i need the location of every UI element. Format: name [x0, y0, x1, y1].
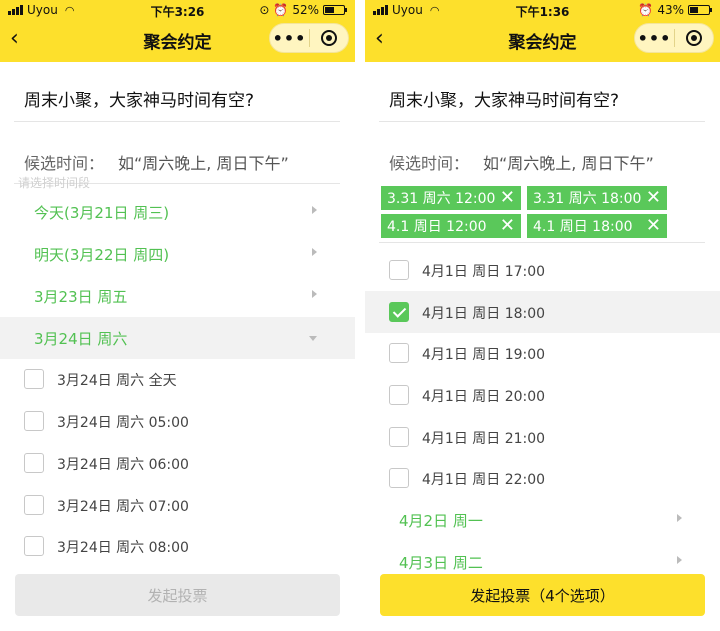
close-x-icon[interactable]: ✕ [646, 187, 661, 208]
header-bar: Uyou ◠ 下午3:26 ⊙ ⏰ 52% ‹ 聚会约定 ••• [0, 0, 355, 62]
candidate-time-field[interactable]: 候选时间： 如“周六晚上, 周日下午” [24, 150, 289, 174]
candidate-time-field[interactable]: 候选时间： 如“周六晚上, 周日下午” [389, 150, 654, 174]
battery-icon [323, 5, 347, 15]
day-row[interactable]: 4月2日 周一 [365, 499, 720, 541]
more-dots-icon[interactable]: ••• [635, 29, 674, 48]
slot-checkbox[interactable] [24, 495, 44, 515]
slot-checkbox[interactable] [24, 369, 44, 389]
chevron-right-icon [312, 290, 317, 298]
status-bar: Uyou ◠ 下午3:26 ⊙ ⏰ 52% [0, 0, 355, 20]
day-row[interactable]: 今天(3月21日 周三) [0, 191, 355, 233]
battery-icon [688, 5, 712, 15]
day-row-expanded[interactable]: 3月24日 周六 [0, 317, 355, 359]
selected-time-tag: 4.1 周日 12:00 ✕ [381, 214, 521, 238]
candidate-label: 候选时间： [389, 154, 470, 173]
ghost-hint-text: 请选择时间段 [18, 176, 91, 190]
battery-percent: 43% [657, 3, 684, 17]
nav-bar: ‹ 聚会约定 ••• [365, 20, 720, 60]
close-x-icon[interactable]: ✕ [500, 215, 515, 236]
alarm-icon: ⏰ [638, 3, 654, 17]
time-slot-row-selected[interactable]: 4月1日 周日 18:00 [365, 291, 720, 333]
chevron-right-icon [312, 206, 317, 214]
battery-percent: 52% [292, 3, 319, 17]
slot-checkbox[interactable] [389, 260, 409, 280]
slot-checkbox[interactable] [389, 385, 409, 405]
time-slot-row[interactable]: 3月24日 周六 08:00 [0, 525, 355, 567]
close-mini-program-button[interactable] [675, 30, 713, 46]
divider [379, 242, 705, 243]
time-slot-row[interactable]: 4月1日 周日 22:00 [365, 457, 720, 499]
time-slot-row[interactable]: 4月1日 周日 17:00 [365, 249, 720, 291]
time-slot-row[interactable]: 4月1日 周日 20:00 [365, 374, 720, 416]
time-slot-row[interactable]: 3月24日 周六 全天 [0, 358, 355, 400]
time-slot-row[interactable]: 3月24日 周六 07:00 [0, 484, 355, 526]
time-slot-row[interactable]: 3月24日 周六 06:00 [0, 442, 355, 484]
close-mini-program-button[interactable] [310, 30, 348, 46]
lock-rotation-icon: ⊙ [259, 3, 270, 17]
selected-time-tag: 4.1 周日 18:00 ✕ [527, 214, 667, 238]
close-x-icon[interactable]: ✕ [646, 215, 661, 236]
start-vote-button[interactable]: 发起投票 [15, 574, 340, 616]
phone-screen-left: Uyou ◠ 下午3:26 ⊙ ⏰ 52% ‹ 聚会约定 ••• 周末小聚，大家… [0, 0, 355, 631]
phone-screen-right: Uyou ◠ 下午1:36 ⏰ 43% ‹ 聚会约定 ••• 周末小聚，大家神马… [365, 0, 720, 631]
slot-checkbox[interactable] [24, 453, 44, 473]
slot-checkbox[interactable] [389, 343, 409, 363]
time-slot-row[interactable]: 4月1日 周日 21:00 [365, 416, 720, 458]
target-close-icon [320, 30, 337, 46]
nav-bar: ‹ 聚会约定 ••• [0, 20, 355, 60]
event-question: 周末小聚，大家神马时间有空? [389, 91, 620, 111]
slot-checkbox[interactable] [389, 468, 409, 488]
header-bar: Uyou ◠ 下午1:36 ⏰ 43% ‹ 聚会约定 ••• [365, 0, 720, 62]
selected-time-tag: 3.31 周六 12:00 ✕ [381, 186, 521, 210]
candidate-label: 候选时间： [24, 154, 105, 173]
chevron-right-icon [677, 514, 682, 522]
mini-program-capsule: ••• [269, 23, 349, 53]
chevron-down-icon [309, 336, 317, 341]
candidate-placeholder: 如“周六晚上, 周日下午” [483, 154, 654, 173]
more-dots-icon[interactable]: ••• [270, 29, 309, 48]
time-slot-row[interactable]: 4月1日 周日 19:00 [365, 332, 720, 374]
slot-checkbox[interactable] [24, 536, 44, 556]
time-slot-row[interactable]: 3月24日 周六 05:00 [0, 400, 355, 442]
target-close-icon [685, 30, 702, 46]
start-vote-button[interactable]: 发起投票（4个选项） [380, 574, 705, 616]
alarm-icon: ⏰ [273, 3, 289, 17]
mini-program-capsule: ••• [634, 23, 714, 53]
event-question: 周末小聚，大家神马时间有空? [24, 91, 255, 111]
chevron-right-icon [677, 556, 682, 564]
slot-checkbox[interactable] [24, 411, 44, 431]
selected-time-tag: 3.31 周六 18:00 ✕ [527, 186, 667, 210]
divider [379, 121, 705, 122]
slot-checkbox[interactable] [389, 427, 409, 447]
status-bar: Uyou ◠ 下午1:36 ⏰ 43% [365, 0, 720, 20]
divider [14, 121, 340, 122]
day-row[interactable]: 明天(3月22日 周四) [0, 233, 355, 275]
close-x-icon[interactable]: ✕ [500, 187, 515, 208]
slot-checkbox-checked[interactable] [389, 302, 409, 322]
chevron-right-icon [312, 248, 317, 256]
day-row[interactable]: 3月23日 周五 [0, 275, 355, 317]
candidate-placeholder: 如“周六晚上, 周日下午” [118, 154, 289, 173]
